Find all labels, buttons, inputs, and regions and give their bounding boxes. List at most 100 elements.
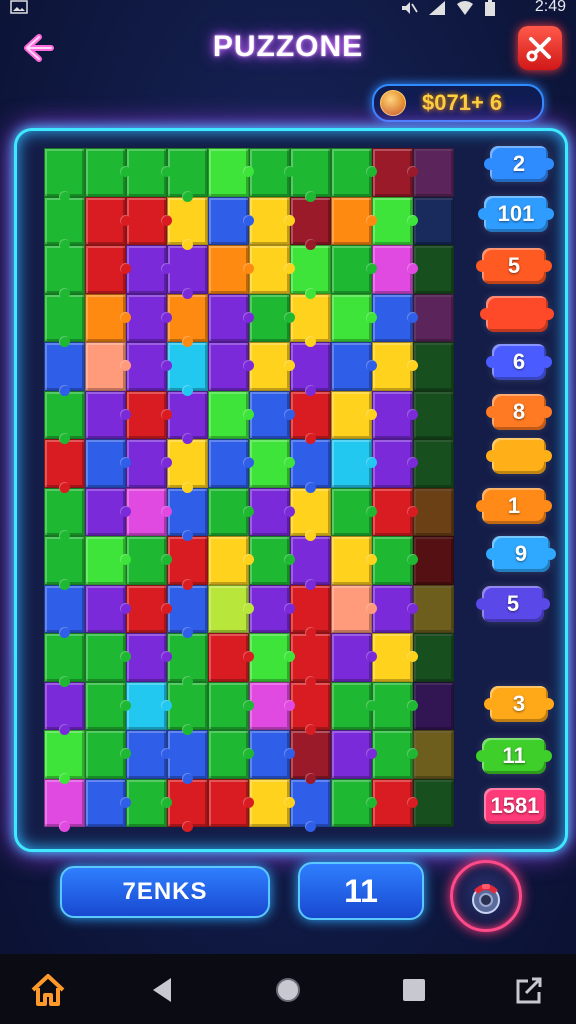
share-button[interactable]: [510, 970, 550, 1010]
puzzle-piece[interactable]: [208, 633, 254, 682]
puzzle-piece[interactable]: [372, 342, 418, 391]
puzzle-piece[interactable]: [331, 293, 377, 342]
puzzle-piece[interactable]: [249, 148, 295, 197]
puzzle-piece[interactable]: [331, 148, 377, 197]
puzzle-piece[interactable]: [44, 390, 85, 444]
puzzle-piece[interactable]: [126, 245, 172, 294]
puzzle-piece[interactable]: [167, 633, 208, 686]
puzzle-piece[interactable]: [208, 584, 254, 633]
puzzle-piece[interactable]: [413, 681, 454, 730]
puzzle-piece[interactable]: [126, 633, 172, 682]
puzzle-piece[interactable]: [413, 390, 454, 439]
puzzle-piece[interactable]: [167, 681, 208, 735]
puzzle-piece[interactable]: [372, 245, 418, 294]
puzzle-piece[interactable]: [85, 342, 131, 391]
tray-piece[interactable]: 2: [484, 146, 554, 182]
puzzle-piece[interactable]: [331, 390, 377, 439]
tray-piece[interactable]: [486, 438, 552, 474]
nav-home-button[interactable]: [268, 970, 308, 1010]
puzzle-piece[interactable]: [208, 245, 254, 294]
puzzle-piece[interactable]: [126, 536, 172, 585]
puzzle-piece[interactable]: [290, 633, 331, 686]
puzzle-piece[interactable]: [208, 439, 254, 488]
home-button[interactable]: [28, 970, 68, 1010]
puzzle-piece[interactable]: [331, 584, 377, 633]
puzzle-piece[interactable]: [126, 439, 172, 488]
puzzle-piece[interactable]: [44, 342, 85, 395]
puzzle-piece[interactable]: [372, 778, 418, 827]
puzzle-piece[interactable]: [290, 584, 331, 638]
puzzle-piece[interactable]: [208, 730, 254, 779]
tools-button[interactable]: [518, 26, 562, 70]
puzzle-piece[interactable]: [85, 778, 131, 827]
puzzle-piece[interactable]: [413, 633, 454, 682]
puzzle-piece[interactable]: [44, 439, 85, 492]
puzzle-piece[interactable]: [331, 487, 377, 536]
puzzle-piece[interactable]: [249, 681, 295, 730]
puzzle-piece[interactable]: [208, 487, 254, 536]
puzzle-piece[interactable]: [167, 778, 208, 832]
puzzle-piece[interactable]: [85, 584, 131, 633]
puzzle-piece[interactable]: [372, 293, 418, 342]
tray-piece[interactable]: 6: [486, 344, 552, 380]
puzzle-piece[interactable]: [249, 342, 295, 391]
puzzle-piece[interactable]: [331, 681, 377, 730]
puzzle-piece[interactable]: [290, 730, 331, 783]
puzzle-piece[interactable]: [331, 778, 377, 827]
puzzle-piece[interactable]: [85, 681, 131, 730]
puzzle-piece[interactable]: [372, 584, 418, 633]
puzzle-piece[interactable]: [44, 245, 85, 298]
puzzle-piece[interactable]: [331, 730, 377, 779]
puzzle-piece[interactable]: [413, 293, 454, 342]
puzzle-piece[interactable]: [372, 681, 418, 730]
puzzle-piece[interactable]: [167, 196, 208, 250]
puzzle-piece[interactable]: [208, 196, 254, 245]
tray-piece[interactable]: 101: [478, 196, 554, 232]
puzzle-piece[interactable]: [372, 536, 418, 585]
puzzle-piece[interactable]: [331, 439, 377, 488]
puzzle-piece[interactable]: [167, 487, 208, 541]
puzzle-piece[interactable]: [372, 730, 418, 779]
puzzle-piece[interactable]: [85, 293, 131, 342]
puzzle-piece[interactable]: [167, 148, 208, 201]
tray-piece[interactable]: 3: [484, 686, 554, 722]
puzzle-piece[interactable]: [126, 148, 172, 197]
puzzle-piece[interactable]: [44, 487, 85, 541]
puzzle-piece[interactable]: [413, 342, 454, 391]
puzzle-piece[interactable]: [290, 390, 331, 444]
puzzle-piece[interactable]: [208, 681, 254, 730]
puzzle-piece[interactable]: [167, 342, 208, 395]
puzzle-piece[interactable]: [413, 778, 454, 827]
puzzle-piece[interactable]: [167, 390, 208, 444]
puzzle-piece[interactable]: [413, 487, 454, 536]
puzzle-piece[interactable]: [167, 584, 208, 638]
puzzle-piece[interactable]: [85, 245, 131, 294]
puzzle-piece[interactable]: [44, 681, 85, 735]
puzzle-piece[interactable]: [413, 536, 454, 585]
puzzle-piece[interactable]: [290, 342, 331, 395]
puzzle-piece[interactable]: [249, 439, 295, 488]
puzzle-piece[interactable]: [208, 536, 254, 585]
puzzle-piece[interactable]: [290, 245, 331, 298]
tray-piece[interactable]: 9: [486, 536, 556, 572]
puzzle-piece[interactable]: [372, 148, 418, 197]
puzzle-piece[interactable]: [167, 536, 208, 589]
puzzle-piece[interactable]: [44, 293, 85, 347]
puzzle-piece[interactable]: [208, 342, 254, 391]
puzzle-piece[interactable]: [249, 487, 295, 536]
puzzle-piece[interactable]: [331, 633, 377, 682]
puzzle-piece[interactable]: [126, 487, 172, 536]
puzzle-piece[interactable]: [126, 730, 172, 779]
puzzle-piece[interactable]: [126, 196, 172, 245]
puzzle-piece[interactable]: [44, 730, 85, 783]
puzzle-piece[interactable]: [290, 536, 331, 589]
puzzle-piece[interactable]: [331, 342, 377, 391]
puzzle-piece[interactable]: [126, 681, 172, 730]
puzzle-piece[interactable]: [372, 439, 418, 488]
puzzle-piece[interactable]: [249, 584, 295, 633]
puzzle-piece[interactable]: [85, 633, 131, 682]
puzzle-piece[interactable]: [372, 633, 418, 682]
puzzle-piece[interactable]: [372, 487, 418, 536]
puzzle-piece[interactable]: [126, 778, 172, 827]
puzzle-piece[interactable]: [44, 196, 85, 250]
